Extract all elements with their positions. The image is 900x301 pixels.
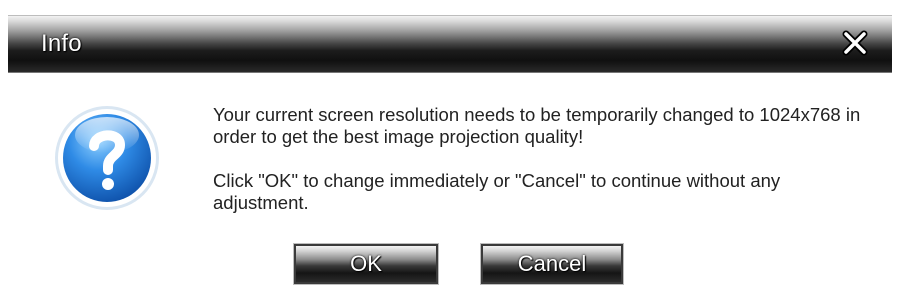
message-instruction-text: Click "OK" to change immediately or "Can… xyxy=(213,170,781,213)
cancel-button[interactable]: Cancel xyxy=(480,243,624,285)
close-button[interactable] xyxy=(840,28,870,58)
close-x-icon xyxy=(842,30,868,56)
dialog-title: Info xyxy=(41,30,82,57)
message-resolution-text: Your current screen resolution needs to … xyxy=(213,104,861,147)
question-mark-icon xyxy=(52,103,162,213)
dialog-message: Your current screen resolution needs to … xyxy=(213,104,873,214)
dialog-titlebar[interactable]: Info xyxy=(8,15,892,73)
info-dialog: Info Your current screen resolution need… xyxy=(0,0,900,301)
ok-button[interactable]: OK xyxy=(293,243,439,285)
